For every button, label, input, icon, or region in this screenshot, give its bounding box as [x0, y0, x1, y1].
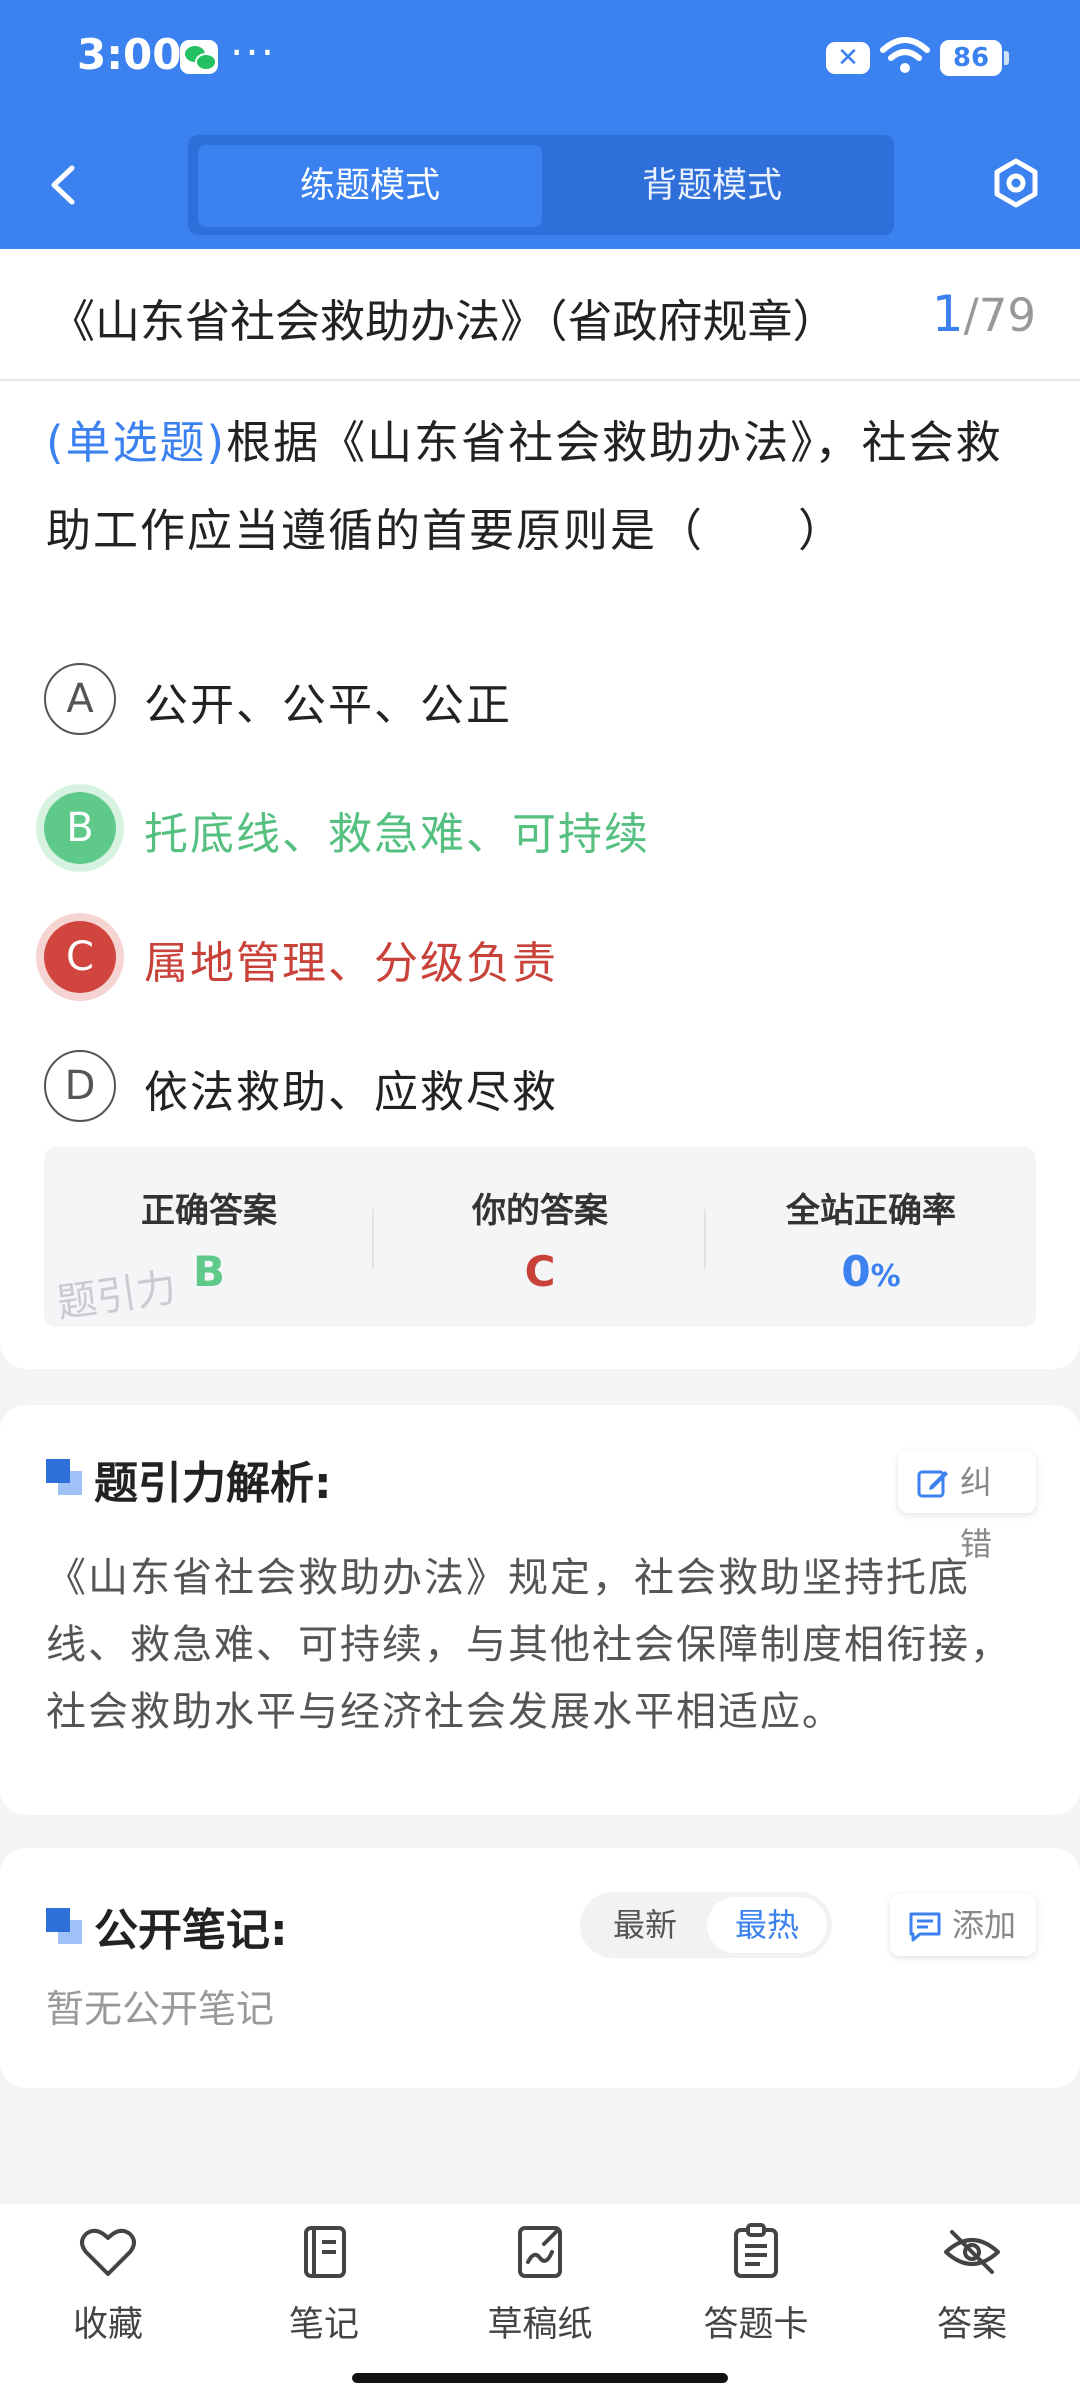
- back-icon[interactable]: [40, 160, 90, 210]
- section-squares-icon: [46, 1459, 84, 1497]
- correct-answer-label: 正确答案: [141, 1191, 277, 1231]
- notes-button[interactable]: 笔记: [244, 2222, 404, 2362]
- chapter-title: 《山东省社会救助办法》（省政府规章）: [50, 295, 838, 348]
- status-bar: 3:00 ··· ✕ 86: [0, 0, 1080, 118]
- comment-icon: [909, 1912, 941, 1942]
- settings-icon[interactable]: [990, 157, 1042, 209]
- accuracy-col: 全站正确率 0%: [706, 1147, 1036, 1327]
- add-note-button[interactable]: 添加: [890, 1894, 1036, 1956]
- battery-icon: 86: [940, 40, 1009, 76]
- section-squares-icon: [46, 1908, 84, 1946]
- option-text: 属地管理、分级负责: [144, 938, 558, 989]
- option-letter: C: [44, 921, 116, 993]
- accuracy-number: 0: [841, 1247, 871, 1296]
- accuracy-value: 0%: [706, 1247, 1036, 1296]
- home-indicator[interactable]: [352, 2373, 728, 2383]
- top-bar: 3:00 ··· ✕ 86 练题模式 背题模式: [0, 0, 1080, 249]
- option-a[interactable]: A 公开、公平、公正: [44, 653, 1034, 743]
- your-answer-label: 你的答案: [472, 1191, 608, 1231]
- mode-switch: 练题模式 背题模式: [188, 135, 894, 235]
- analysis-text: 《山东省社会救助办法》规定，社会救助坚持托底线、救急难、可持续，与其他社会保障制…: [46, 1555, 1012, 1735]
- answer-result-box: 正确答案 B 题引力 你的答案 C 全站正确率 0%: [44, 1147, 1036, 1327]
- favorite-label: 收藏: [72, 2305, 143, 2345]
- option-text: 公开、公平、公正: [144, 680, 512, 731]
- option-d[interactable]: D 依法救助、应救尽救: [44, 1040, 1034, 1130]
- notes-sort-toggle: 最新 最热: [580, 1892, 832, 1958]
- more-notifications-icon: ···: [230, 28, 277, 77]
- show-answer-label: 答案: [936, 2305, 1007, 2345]
- accuracy-label: 全站正确率: [786, 1191, 956, 1231]
- current-question-number: 1: [931, 285, 964, 343]
- wifi-icon: [880, 37, 930, 73]
- total-questions: /79: [963, 289, 1036, 342]
- notebook-icon: [304, 2226, 346, 2278]
- option-letter: B: [44, 792, 116, 864]
- analysis-title: 题引力解析:: [94, 1458, 332, 1509]
- draft-icon: [518, 2226, 562, 2278]
- notes-title: 公开笔记:: [94, 1905, 288, 1956]
- question-text: (单选题)根据《山东省社会救助办法》，社会救助工作应当遵循的首要原则是（ ）: [46, 399, 1042, 575]
- option-c[interactable]: C 属地管理、分级负责: [44, 911, 1034, 1001]
- add-note-label: 添加: [952, 1906, 1017, 1944]
- answer-card-icon: [734, 2223, 778, 2278]
- answer-card-button[interactable]: 答题卡: [676, 2222, 836, 2362]
- sort-newest[interactable]: 最新: [585, 1897, 705, 1953]
- wechat-icon: [180, 40, 218, 74]
- option-text: 托底线、救急难、可持续: [144, 809, 650, 860]
- accuracy-unit: %: [870, 1259, 901, 1294]
- report-error-button[interactable]: 纠错: [898, 1451, 1036, 1563]
- divider: [372, 1209, 374, 1269]
- heart-icon: [80, 2228, 136, 2276]
- option-letter: A: [44, 663, 116, 735]
- notes-label: 笔记: [288, 2305, 359, 2345]
- show-answer-button[interactable]: 答案: [892, 2222, 1052, 2362]
- draft-button[interactable]: 草稿纸: [460, 2222, 620, 2362]
- edit-icon: [917, 1470, 948, 1498]
- draft-label: 草稿纸: [487, 2305, 593, 2345]
- empty-notes-text: 暂无公开笔记: [46, 1987, 275, 2031]
- question-type: (单选题): [46, 416, 227, 469]
- analysis-card: 题引力解析: 纠错 《山东省社会救助办法》规定，社会救助坚持托底线、救急难、可持…: [0, 1405, 1080, 1815]
- question-card: 《山东省社会救助办法》（省政府规章） 1/79 (单选题)根据《山东省社会救助办…: [0, 249, 1080, 1369]
- notes-card: 公开笔记: 最新 最热 添加 暂无公开笔记: [0, 1848, 1080, 2088]
- your-answer-col: 你的答案 C: [375, 1147, 705, 1327]
- bottom-toolbar: 收藏 笔记 草稿纸 答题卡 答案: [0, 2204, 1080, 2400]
- your-answer-value: C: [524, 1247, 556, 1296]
- tab-recite-mode[interactable]: 背题模式: [540, 145, 884, 227]
- status-time: 3:00: [77, 30, 182, 79]
- option-letter: D: [44, 1050, 116, 1122]
- favorite-button[interactable]: 收藏: [28, 2222, 188, 2362]
- option-b[interactable]: B 托底线、救急难、可持续: [44, 782, 1034, 872]
- no-sim-icon: ✕: [826, 42, 870, 74]
- option-text: 依法救助、应救尽救: [144, 1067, 558, 1118]
- eye-off-icon: [944, 2230, 1000, 2274]
- tab-practice-mode[interactable]: 练题模式: [198, 145, 542, 227]
- question-counter[interactable]: 1/79: [932, 285, 1036, 343]
- question-header: 《山东省社会救助办法》（省政府规章） 1/79: [0, 249, 1080, 381]
- sort-hottest[interactable]: 最热: [707, 1897, 827, 1953]
- answer-card-label: 答题卡: [703, 2305, 809, 2345]
